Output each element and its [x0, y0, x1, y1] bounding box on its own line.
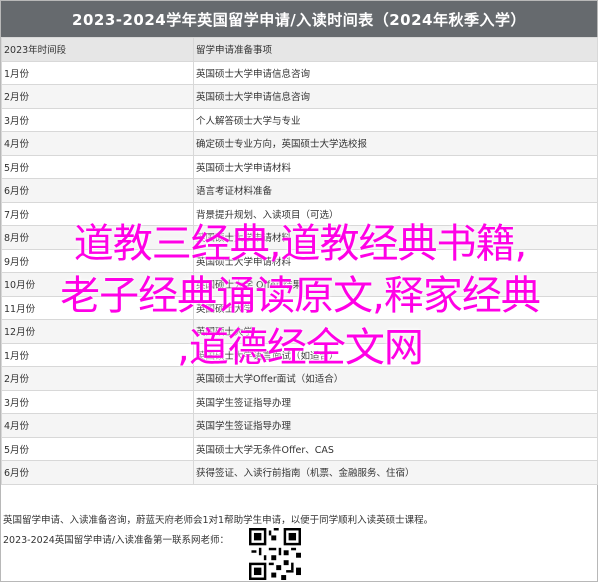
cell-task: 获得签证、入读行前指南（机票、金融服务、住宿）	[193, 460, 598, 485]
cell-task: 个人解答硕士大学与专业	[193, 107, 598, 132]
table-row: 8月份 英国硕士大学申请材料	[1, 225, 598, 250]
column-header-task: 留学申请准备事项	[193, 37, 598, 62]
table-row: 12月份 英国硕士大学	[1, 319, 598, 344]
table-row: 7月份 背景提升规划、入读项目（可选）	[1, 201, 598, 226]
cell-period: 4月份	[1, 131, 194, 156]
table-row: 4月份 英国学生签证指导办理	[1, 413, 598, 438]
table-row: 2月份 英国硕士大学申请信息咨询	[1, 84, 598, 109]
cell-task: 英国硕士大学语言面试（如适合）	[193, 342, 598, 367]
table-row: 5月份 英国硕士大学申请材料	[1, 154, 598, 179]
cell-task: 英国硕士大学申请材料	[193, 154, 598, 179]
table-row: 11月份 英国硕士大学	[1, 295, 598, 320]
cell-period: 3月份	[1, 107, 194, 132]
cell-task: 英国学生签证指导办理	[193, 413, 598, 438]
cell-task: 英国硕士大学无条件Offer、CAS	[193, 436, 598, 461]
schedule-table: 2023年时间段 留学申请准备事项 1月份 英国硕士大学申请信息咨询 2月份 英国硕士…	[1, 37, 598, 485]
cell-task: 英国硕士大学申请信息咨询	[193, 84, 598, 109]
cell-period: 12月份	[1, 319, 194, 344]
cell-period: 2月份	[1, 366, 194, 391]
cell-period: 8月份	[1, 225, 194, 250]
column-header-period: 2023年时间段	[1, 37, 194, 62]
footer-contact: 2023-2024英国留学申请/入读准备第一联系网老师：	[3, 535, 229, 546]
cell-task: 确定硕士专业方向，英国硕士大学选校报	[193, 131, 598, 156]
cell-task: 英国硕士大学 Offer 结果	[193, 272, 598, 297]
cell-period: 10月份	[1, 272, 194, 297]
cell-task: 英国硕士大学申请信息咨询	[193, 60, 598, 85]
cell-period: 6月份	[1, 178, 194, 203]
table-row: 6月份 获得签证、入读行前指南（机票、金融服务、住宿）	[1, 460, 598, 485]
footer-note: 英国留学申请、入读准备咨询，蔚蓝天府老师会1对1帮助学生申请，以便于同学顺利入读…	[3, 515, 434, 526]
cell-period: 1月份	[1, 342, 194, 367]
cell-period: 3月份	[1, 389, 194, 414]
cell-task: 英国硕士大学	[193, 295, 598, 320]
table-row: 4月份 确定硕士专业方向，英国硕士大学选校报	[1, 131, 598, 156]
cell-task: 语言考证材料准备	[193, 178, 598, 203]
cell-period: 1月份	[1, 60, 194, 85]
cell-task: 英国硕士大学Offer面试（如适合）	[193, 366, 598, 391]
table-row: 3月份 个人解答硕士大学与专业	[1, 107, 598, 132]
cell-period: 9月份	[1, 248, 194, 273]
cell-period: 4月份	[1, 413, 194, 438]
cell-period: 6月份	[1, 460, 194, 485]
cell-task: 英国硕士大学申请材料	[193, 225, 598, 250]
table-row: 10月份 英国硕士大学 Offer 结果	[1, 272, 598, 297]
table-row: 9月份 英国硕士大学申请材料	[1, 248, 598, 273]
cell-task: 背景提升规划、入读项目（可选）	[193, 201, 598, 226]
cell-period: 7月份	[1, 201, 194, 226]
table-row: 3月份 英国学生签证指导办理	[1, 389, 598, 414]
table-row: 1月份 英国硕士大学语言面试（如适合）	[1, 342, 598, 367]
cell-period: 5月份	[1, 436, 194, 461]
cell-task: 英国硕士大学	[193, 319, 598, 344]
table-row: 1月份 英国硕士大学申请信息咨询	[1, 60, 598, 85]
cell-task: 英国硕士大学申请材料	[193, 248, 598, 273]
cell-period: 2月份	[1, 84, 194, 109]
cell-task: 英国学生签证指导办理	[193, 389, 598, 414]
table-row: 6月份 语言考证材料准备	[1, 178, 598, 203]
cell-period: 5月份	[1, 154, 194, 179]
table-row: 2月份 英国硕士大学Offer面试（如适合）	[1, 366, 598, 391]
table-header-row: 2023年时间段 留学申请准备事项	[1, 37, 598, 62]
table-row: 5月份 英国硕士大学无条件Offer、CAS	[1, 436, 598, 461]
footer: 英国留学申请、入读准备咨询，蔚蓝天府老师会1对1帮助学生申请，以便于同学顺利入读…	[1, 508, 597, 580]
cell-period: 11月份	[1, 295, 194, 320]
page-title: 2023-2024学年英国留学申请/入读时间表（2024年秋季入学）	[1, 1, 597, 37]
qr-code-icon	[249, 528, 301, 580]
